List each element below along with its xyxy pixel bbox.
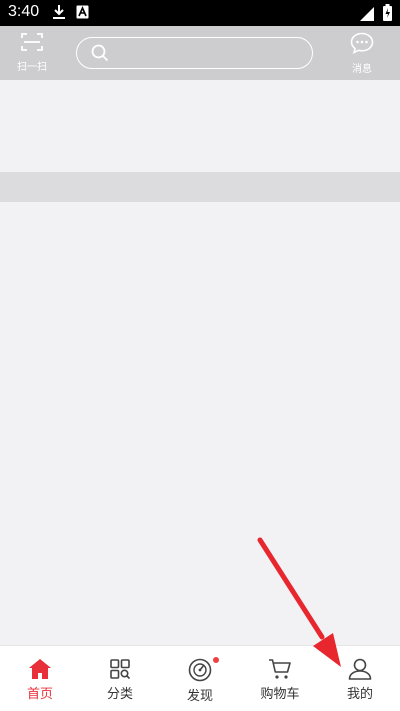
discover-icon	[188, 658, 212, 682]
nav-cart[interactable]: 购物车	[240, 646, 320, 711]
status-time: 3:40	[8, 3, 40, 20]
message-button[interactable]: 消息	[344, 32, 380, 75]
scan-button[interactable]: 扫一扫	[12, 32, 52, 74]
search-input[interactable]	[113, 42, 303, 64]
signal-icon	[360, 6, 374, 25]
notification-app-icon	[76, 4, 89, 23]
nav-profile[interactable]: 我的	[320, 646, 400, 711]
section-divider	[0, 172, 400, 202]
nav-cart-label: 购物车	[260, 687, 300, 702]
bottom-nav: 首页 分类 发现 购物车 我的	[0, 645, 400, 711]
profile-icon	[348, 658, 372, 680]
main-content	[0, 202, 400, 645]
message-label: 消息	[352, 64, 372, 75]
search-icon	[91, 44, 109, 62]
banner-area	[0, 80, 400, 172]
category-icon	[110, 659, 131, 680]
status-bar: 3:40	[0, 0, 400, 26]
scan-label: 扫一扫	[17, 62, 47, 73]
nav-discover-label: 发现	[186, 689, 213, 704]
scan-icon	[21, 32, 43, 56]
nav-category-label: 分类	[106, 687, 133, 702]
home-icon	[29, 659, 51, 679]
nav-category[interactable]: 分类	[80, 646, 160, 711]
nav-discover[interactable]: 发现	[160, 646, 240, 711]
nav-profile-label: 我的	[346, 687, 373, 702]
cart-icon	[269, 659, 291, 679]
nav-home-label: 首页	[26, 687, 53, 702]
search-bar[interactable]	[76, 37, 313, 69]
discover-badge-dot	[213, 657, 219, 663]
nav-home[interactable]: 首页	[0, 646, 80, 711]
message-icon	[350, 32, 374, 58]
battery-icon	[383, 4, 392, 25]
download-icon	[52, 4, 66, 24]
header-bar: 扫一扫 消息	[0, 26, 400, 80]
